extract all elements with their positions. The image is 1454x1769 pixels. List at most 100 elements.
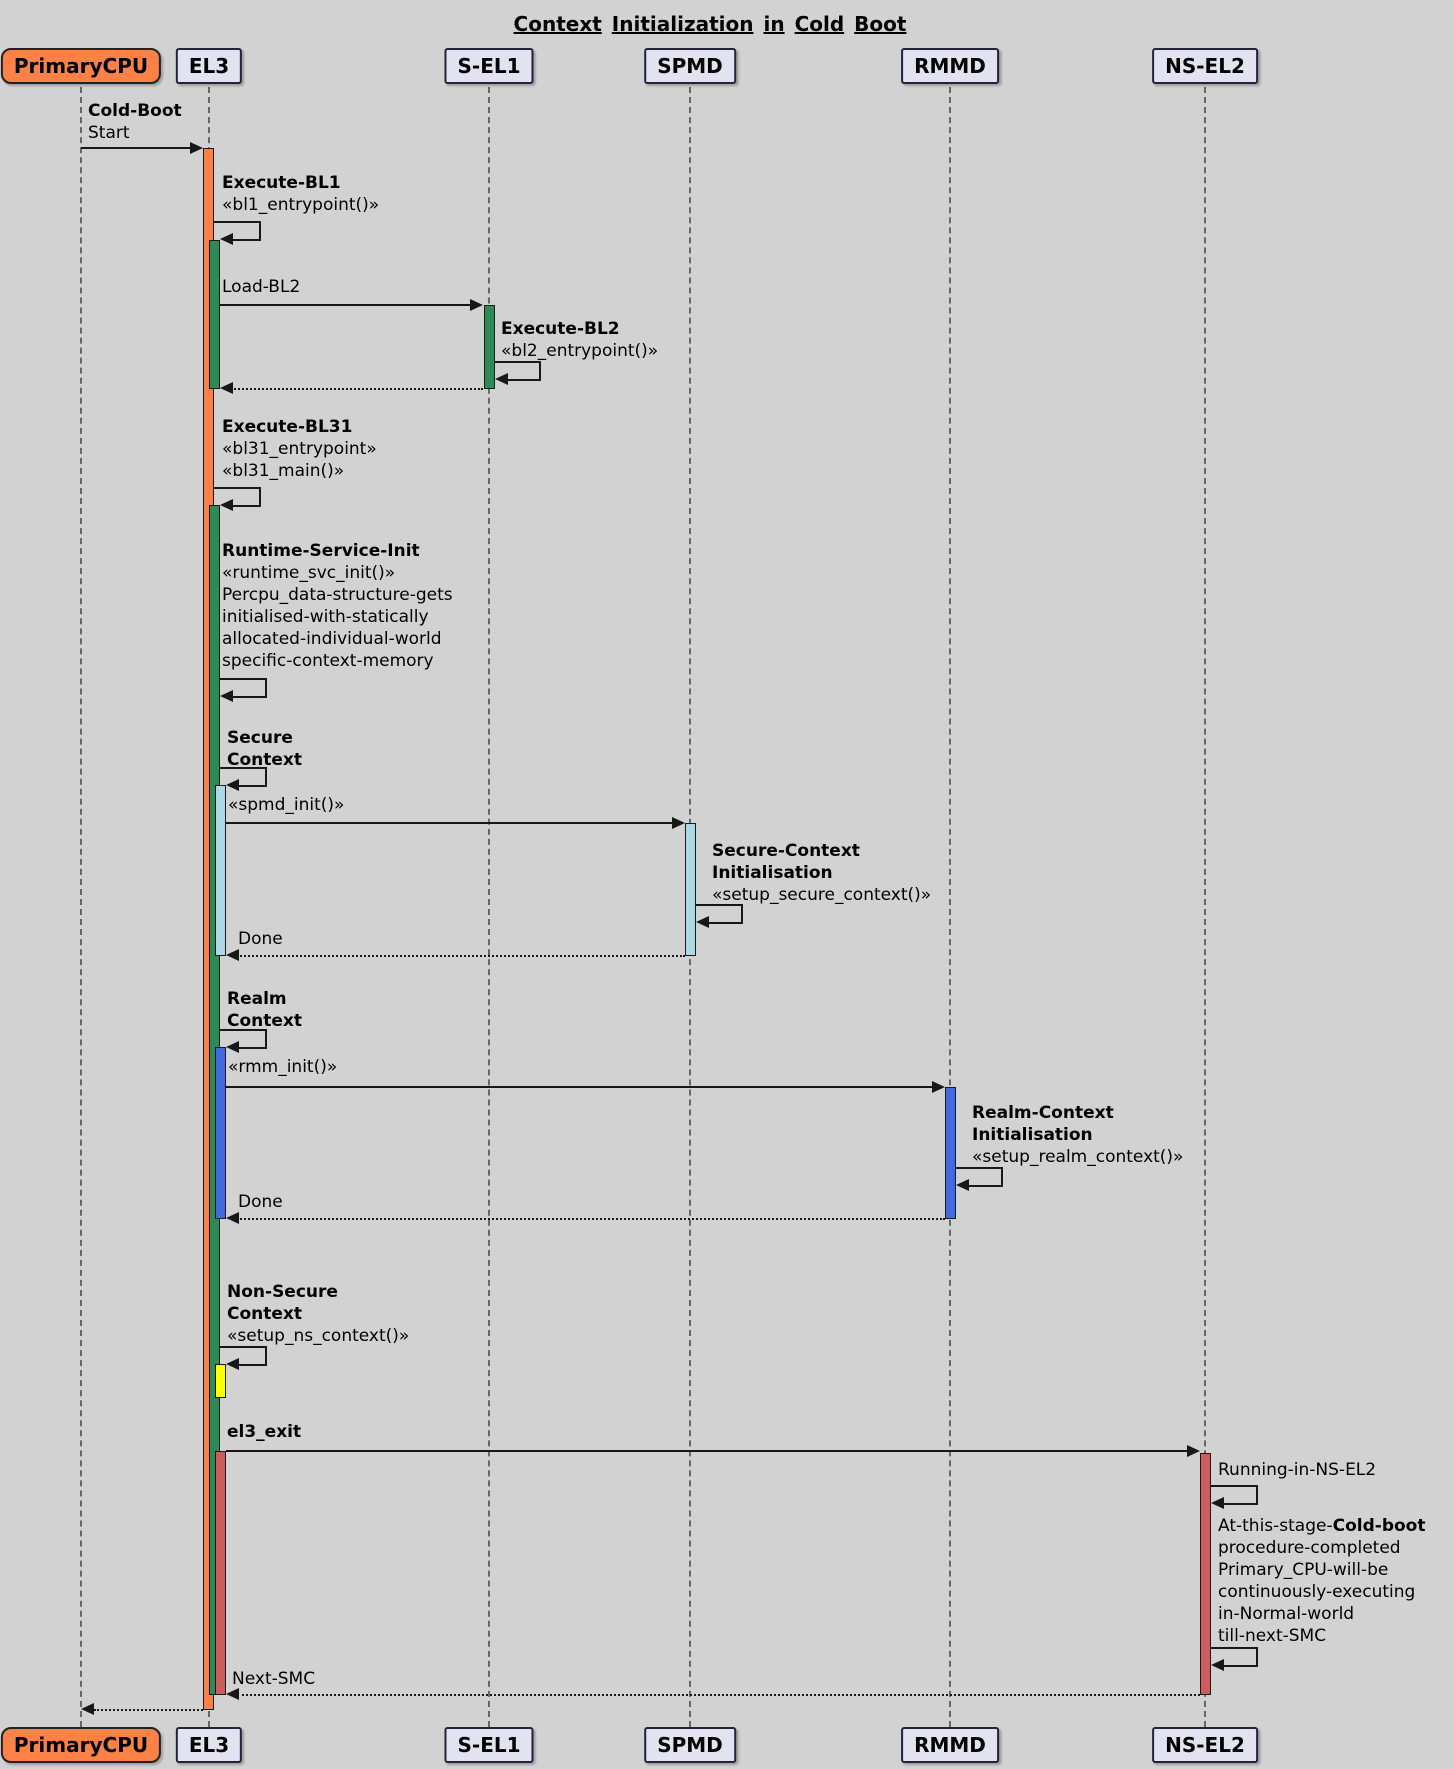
activation-rmmd-blue bbox=[945, 1087, 956, 1219]
message-rmm-init-label: «rmm_init()» bbox=[228, 1056, 337, 1078]
participant-ns-el2-top: NS-EL2 bbox=[1152, 48, 1258, 84]
message-el3-exit-label: el3_exit bbox=[227, 1421, 301, 1443]
selfcall-execute-bl2 bbox=[506, 379, 541, 381]
arrowhead-icon bbox=[956, 1179, 969, 1191]
selfcall-execute-bl1 bbox=[259, 221, 261, 239]
activation-el3-lightblue bbox=[215, 785, 226, 956]
participant-spmd-top: SPMD bbox=[644, 48, 736, 84]
activation-s-el1-green bbox=[484, 305, 495, 389]
arrowhead-icon bbox=[226, 1688, 239, 1700]
message-cold-boot-line bbox=[81, 147, 191, 149]
selfcall-execute-bl31 bbox=[259, 487, 261, 505]
selfcall-execute-bl2 bbox=[539, 361, 541, 379]
title-word: Boot bbox=[854, 12, 906, 36]
message-runtime-service-init-label: Runtime-Service-Init «runtime_svc_init()… bbox=[222, 540, 453, 672]
message-spmd-init-line bbox=[226, 822, 673, 824]
title-word: Context bbox=[514, 12, 602, 36]
message-load-bl2-label: Load-BL2 bbox=[222, 276, 300, 298]
message-execute-bl31-label: Execute-BL31 «bl31_entrypoint» «bl31_mai… bbox=[222, 416, 377, 482]
selfcall-realm-context bbox=[237, 1047, 267, 1049]
message-secure-context-init-label: Secure-Context Initialisation «setup_sec… bbox=[712, 840, 931, 906]
message-non-secure-context-label: Non-Secure Context «setup_ns_context()» bbox=[227, 1281, 409, 1347]
return-to-primarycpu-line bbox=[94, 1709, 203, 1711]
selfcall-cold-boot-complete bbox=[1211, 1647, 1258, 1649]
message-load-bl2-line bbox=[220, 304, 471, 306]
title-word: in bbox=[763, 12, 784, 36]
message-el3-exit-line bbox=[226, 1450, 1188, 1452]
participant-primarycpu-top: PrimaryCPU bbox=[1, 48, 161, 84]
message-spmd-init-label: «spmd_init()» bbox=[228, 794, 344, 816]
arrowhead-icon bbox=[226, 1041, 239, 1053]
participant-rmmd-bottom: RMMD bbox=[901, 1727, 999, 1763]
selfcall-secure-context-init bbox=[741, 904, 743, 922]
arrowhead-icon bbox=[226, 779, 239, 791]
lifeline-primarycpu bbox=[80, 87, 82, 1727]
activation-el3-red bbox=[215, 1451, 226, 1695]
title-word: Cold bbox=[795, 12, 845, 36]
message-rmm-init-line bbox=[226, 1086, 933, 1088]
arrowhead-icon bbox=[81, 1703, 94, 1715]
message-realm-context-init-label: Realm-Context Initialisation «setup_real… bbox=[972, 1102, 1183, 1168]
participant-el3-top: EL3 bbox=[176, 48, 242, 84]
message-execute-bl2-label: Execute-BL2 «bl2_entrypoint()» bbox=[501, 318, 658, 362]
activation-ns-el2-red bbox=[1200, 1453, 1211, 1695]
selfcall-execute-bl1 bbox=[214, 221, 261, 223]
arrowhead-icon bbox=[672, 817, 685, 829]
message-cold-boot-label: Cold-Boot Start bbox=[88, 100, 182, 144]
return-done-secure-line bbox=[237, 955, 685, 957]
message-done-realm-label: Done bbox=[238, 1191, 283, 1213]
arrowhead-icon bbox=[495, 373, 508, 385]
message-next-smc-label: Next-SMC bbox=[232, 1668, 315, 1690]
message-realm-context-label: Realm Context bbox=[227, 988, 302, 1032]
participant-spmd-bottom: SPMD bbox=[644, 1727, 736, 1763]
selfcall-runtime-service-init bbox=[265, 678, 267, 696]
selfcall-execute-bl1 bbox=[231, 239, 261, 241]
arrowhead-icon bbox=[226, 1358, 239, 1370]
selfcall-runtime-service-init bbox=[220, 678, 267, 680]
selfcall-running-ns-el2 bbox=[1256, 1485, 1258, 1503]
participant-rmmd-top: RMMD bbox=[901, 48, 999, 84]
arrowhead-icon bbox=[220, 233, 233, 245]
arrowhead-icon bbox=[1211, 1659, 1224, 1671]
selfcall-secure-context bbox=[237, 785, 267, 787]
message-running-ns-el2-label: Running-in-NS-EL2 bbox=[1218, 1459, 1376, 1481]
arrowhead-icon bbox=[1187, 1445, 1200, 1457]
arrowhead-icon bbox=[220, 499, 233, 511]
message-secure-context-label: Secure Context bbox=[227, 727, 302, 771]
selfcall-running-ns-el2 bbox=[1222, 1503, 1258, 1505]
lifeline-rmmd bbox=[949, 87, 951, 1727]
message-execute-bl1-label: Execute-BL1 «bl1_entrypoint()» bbox=[222, 172, 379, 216]
arrowhead-icon bbox=[190, 142, 203, 154]
arrowhead-icon bbox=[470, 299, 483, 311]
arrowhead-icon bbox=[220, 382, 233, 394]
participant-el3-bottom: EL3 bbox=[176, 1727, 242, 1763]
arrowhead-icon bbox=[226, 949, 239, 961]
activation-el3-blue bbox=[215, 1047, 226, 1219]
return-next-smc-line bbox=[237, 1694, 1200, 1696]
message-cold-boot-complete-label: At-this-stage-Cold-boot procedure-comple… bbox=[1218, 1515, 1425, 1647]
selfcall-running-ns-el2 bbox=[1211, 1485, 1258, 1487]
sequence-diagram: Context Initialization in Cold Boot PrimaryC… bbox=[0, 0, 1454, 1769]
participant-primarycpu-bottom: PrimaryCPU bbox=[1, 1727, 161, 1763]
selfcall-realm-context-init bbox=[1001, 1167, 1003, 1185]
selfcall-cold-boot-complete bbox=[1256, 1647, 1258, 1665]
participant-ns-el2-bottom: NS-EL2 bbox=[1152, 1727, 1258, 1763]
selfcall-non-secure-context bbox=[237, 1364, 267, 1366]
activation-el3-yellow bbox=[215, 1364, 226, 1398]
arrowhead-icon bbox=[696, 916, 709, 928]
return-done-realm-line bbox=[237, 1218, 945, 1220]
activation-spmd-lightblue bbox=[685, 823, 696, 956]
diagram-title: Context Initialization in Cold Boot bbox=[0, 12, 1420, 36]
activation-el3-green-1 bbox=[209, 240, 220, 389]
selfcall-non-secure-context bbox=[265, 1346, 267, 1364]
selfcall-secure-context-init bbox=[707, 922, 743, 924]
arrowhead-icon bbox=[1211, 1497, 1224, 1509]
selfcall-cold-boot-complete bbox=[1222, 1665, 1258, 1667]
selfcall-execute-bl31 bbox=[214, 487, 261, 489]
participant-s-el1-bottom: S-EL1 bbox=[444, 1727, 533, 1763]
title-word: Initialization bbox=[612, 12, 754, 36]
selfcall-runtime-service-init bbox=[231, 696, 267, 698]
participant-s-el1-top: S-EL1 bbox=[444, 48, 533, 84]
message-done-secure-label: Done bbox=[238, 928, 283, 950]
selfcall-execute-bl31 bbox=[231, 505, 261, 507]
